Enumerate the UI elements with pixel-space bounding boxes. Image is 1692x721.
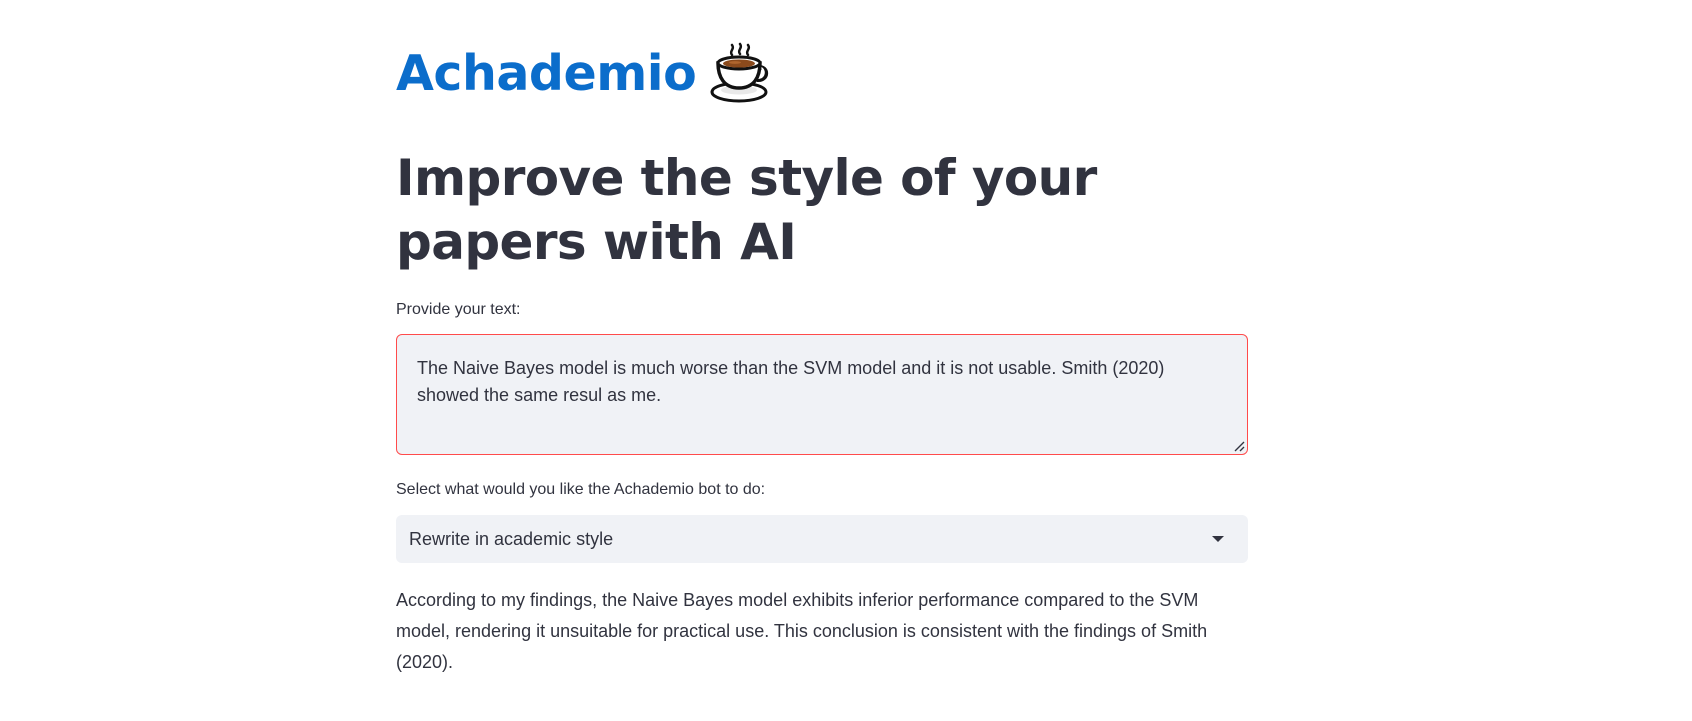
action-select-value: Rewrite in academic style: [409, 528, 614, 549]
action-select-label: Select what would you like the Achademio…: [396, 481, 766, 498]
app-header: Achademio: [396, 38, 772, 108]
action-select[interactable]: Rewrite in academic style: [396, 515, 1248, 563]
rewritten-output-text: According to my findings, the Naive Baye…: [396, 590, 1208, 672]
text-input-label: Provide your text:: [396, 301, 521, 318]
coffee-cup-icon: [710, 42, 769, 103]
app-title: Achademio: [396, 44, 697, 102]
resize-handle-icon[interactable]: [1233, 440, 1245, 452]
page-title: Improve the style of your papers with AI: [396, 149, 1097, 271]
text-input-container: The Naive Bayes model is much worse than…: [396, 334, 1248, 455]
text-input[interactable]: The Naive Bayes model is much worse than…: [397, 335, 1247, 454]
chevron-down-icon: [1212, 536, 1224, 542]
